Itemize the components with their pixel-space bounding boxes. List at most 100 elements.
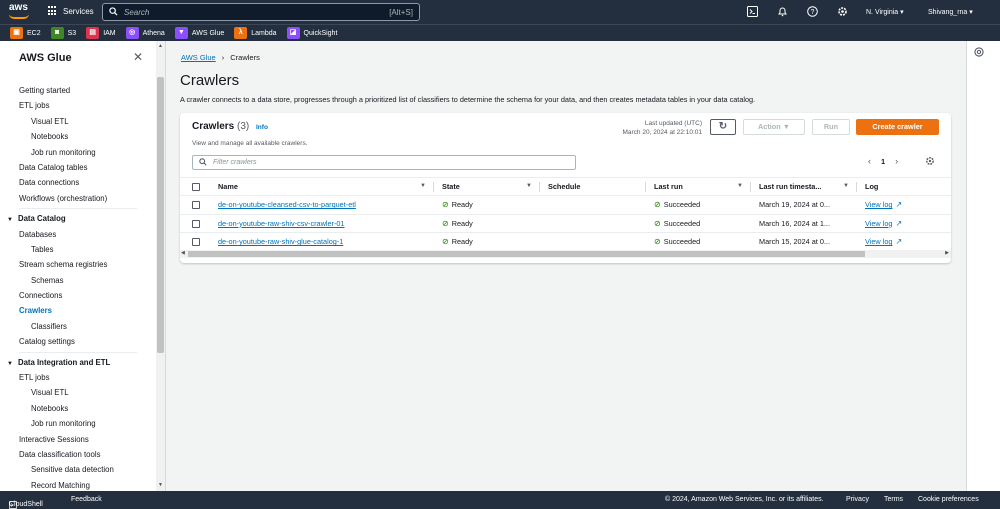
row-checkbox[interactable] — [192, 219, 200, 228]
sidebar-item[interactable]: Data Catalog tables — [0, 160, 156, 175]
help-icon[interactable]: ? — [806, 6, 818, 18]
page-title: Crawlers — [180, 72, 240, 89]
log-cell: View log ↗ — [857, 214, 951, 233]
tools-panel-icon[interactable] — [974, 47, 984, 60]
console-footer: CloudShell Feedback © 2024, Amazon Web S… — [0, 491, 1000, 509]
crawler-name-link[interactable]: de-on-youtube-cleansed-csv-to-parquet-et… — [218, 200, 356, 209]
sidebar-item[interactable]: Record Matching — [0, 478, 156, 491]
services-menu[interactable]: Services — [48, 6, 94, 16]
sidebar-item[interactable]: Getting started — [0, 83, 156, 98]
row-checkbox[interactable] — [192, 201, 200, 210]
table-row[interactable]: de-on-youtube-raw-shiv-csv-crawler-01 ⊘ R… — [180, 214, 951, 233]
sidebar-item[interactable]: Interactive Sessions — [0, 432, 156, 447]
favorite-athena[interactable]: ◎ Athena — [125, 27, 165, 39]
column-header-state[interactable]: State ▼ — [434, 177, 540, 196]
filter-crawlers-input[interactable]: Filter crawlers — [192, 155, 576, 170]
page-number[interactable]: 1 — [881, 157, 885, 166]
select-all-checkbox[interactable] — [192, 183, 200, 192]
right-tools-rail — [966, 41, 1000, 491]
favorite-glue[interactable]: ▼ AWS Glue — [174, 27, 224, 39]
sidebar-divider — [19, 208, 137, 210]
sidebar-section-header[interactable]: Data Integration and ETL — [0, 355, 156, 370]
cookie-preferences-link[interactable]: Cookie preferences — [918, 496, 979, 503]
privacy-link[interactable]: Privacy — [846, 496, 869, 503]
info-link[interactable]: Info — [256, 124, 268, 131]
sidebar-item[interactable]: Tables — [0, 242, 156, 257]
sidebar-item[interactable]: ETL jobs — [0, 98, 156, 113]
pagination: ‹ 1 › — [868, 156, 898, 166]
sort-down-icon: ▼ — [737, 183, 743, 189]
settings-gear-icon[interactable] — [836, 6, 848, 18]
sidebar-item[interactable]: ETL jobs — [0, 370, 156, 385]
last-updated-value: March 20, 2024 at 22:10:01 — [622, 129, 702, 136]
sidebar-item[interactable]: Notebooks — [0, 401, 156, 416]
sidebar-item[interactable]: Job run monitoring — [0, 145, 156, 160]
sidebar-item[interactable]: Schemas — [0, 273, 156, 288]
sidebar-item[interactable]: Classifiers — [0, 319, 156, 334]
view-log-link[interactable]: View log — [865, 219, 892, 228]
sidebar-item[interactable]: Job run monitoring — [0, 416, 156, 431]
breadcrumb-aws-glue[interactable]: AWS Glue — [181, 53, 216, 62]
close-icon[interactable]: ✕ — [133, 50, 143, 64]
favorite-ec2[interactable]: ▣ EC2 — [10, 27, 41, 39]
create-crawler-button[interactable]: Create crawler — [856, 119, 939, 135]
sidebar-item[interactable]: Workflows (orchestration) — [0, 191, 156, 206]
iam-icon: ▤ — [86, 27, 100, 39]
column-header-schedule[interactable]: Schedule — [540, 177, 646, 196]
notifications-bell-icon[interactable] — [776, 6, 788, 18]
favorite-lambda[interactable]: λ Lambda — [234, 27, 277, 39]
sidebar-item[interactable]: Connections — [0, 288, 156, 303]
sidebar-item[interactable]: Data connections — [0, 175, 156, 190]
sidebar-item[interactable]: Data classification tools — [0, 447, 156, 462]
lambda-icon: λ — [234, 27, 248, 39]
page-description: A crawler connects to a data store, prog… — [180, 95, 756, 104]
sidebar-divider — [19, 351, 137, 353]
table-row[interactable]: de-on-youtube-raw-shiv-glue-catalog-1 ⊘ R… — [180, 232, 951, 252]
cloudshell-icon[interactable] — [746, 6, 758, 18]
sidebar-item[interactable]: Stream schema registries — [0, 257, 156, 272]
refresh-button[interactable]: ↻ — [710, 119, 736, 135]
table-horizontal-scrollbar[interactable]: ◀ ▶ — [180, 250, 951, 258]
table-preferences-gear-icon[interactable] — [925, 156, 935, 169]
global-search-input[interactable]: Search [Alt+S] — [102, 3, 420, 21]
sidebar-section-header[interactable]: Data Catalog — [0, 211, 156, 226]
crawlers-table: Name ▼ State ▼ Schedule Last run ▼ Last run… — [180, 177, 951, 252]
row-checkbox[interactable] — [192, 238, 200, 247]
feedback-link[interactable]: Feedback — [71, 496, 102, 503]
action-dropdown-button[interactable]: Action ▼ — [743, 119, 805, 135]
table-row[interactable]: de-on-youtube-cleansed-csv-to-parquet-et… — [180, 195, 951, 215]
sidebar-item[interactable]: Visual ETL — [0, 114, 156, 129]
column-header-last-run[interactable]: Last run ▼ — [646, 177, 751, 196]
run-button[interactable]: Run — [812, 119, 850, 135]
chevron-left-icon[interactable]: ‹ — [868, 156, 871, 166]
sidebar-scrollbar[interactable]: ▲ ▼ — [156, 41, 165, 491]
crawler-name-link[interactable]: de-on-youtube-raw-shiv-csv-crawler-01 — [218, 219, 345, 228]
sidebar-item[interactable]: Visual ETL — [0, 385, 156, 400]
sidebar-item[interactable]: Catalog settings — [0, 334, 156, 349]
favorite-iam[interactable]: ▤ IAM — [86, 27, 116, 39]
column-header-log[interactable]: Log — [857, 177, 951, 196]
sidebar-item[interactable]: Databases — [0, 227, 156, 242]
sidebar-item[interactable]: Sensitive data detection — [0, 462, 156, 477]
sidebar-item[interactable]: Crawlers — [0, 303, 156, 318]
row-select-cell — [180, 232, 210, 252]
column-header-name[interactable]: Name ▼ — [210, 177, 434, 196]
scroll-right-arrow-icon[interactable]: ▶ — [945, 250, 949, 256]
horizontal-scroll-thumb[interactable] — [188, 251, 865, 257]
favorite-quicksight[interactable]: ◪ QuickSight — [286, 27, 337, 39]
sidebar-item[interactable]: Notebooks — [0, 129, 156, 144]
scroll-down-arrow-icon[interactable]: ▼ — [156, 482, 165, 488]
region-selector[interactable]: N. Virginia ▾ — [866, 8, 904, 16]
account-menu[interactable]: Shivang_rna ▾ — [928, 8, 973, 16]
view-log-link[interactable]: View log — [865, 237, 892, 246]
terms-link[interactable]: Terms — [884, 496, 903, 503]
aws-logo[interactable]: aws — [9, 3, 33, 21]
crawler-name-link[interactable]: de-on-youtube-raw-shiv-glue-catalog-1 — [218, 237, 343, 246]
scroll-up-arrow-icon[interactable]: ▲ — [156, 43, 165, 49]
scroll-left-arrow-icon[interactable]: ◀ — [181, 250, 185, 256]
sidebar-scroll-thumb[interactable] — [157, 77, 164, 353]
chevron-right-icon[interactable]: › — [895, 156, 898, 166]
view-log-link[interactable]: View log — [865, 200, 892, 209]
favorite-s3[interactable]: ◙ S3 — [50, 27, 76, 39]
column-header-last-run-timestamp[interactable]: Last run timesta... ▼ — [751, 177, 857, 196]
